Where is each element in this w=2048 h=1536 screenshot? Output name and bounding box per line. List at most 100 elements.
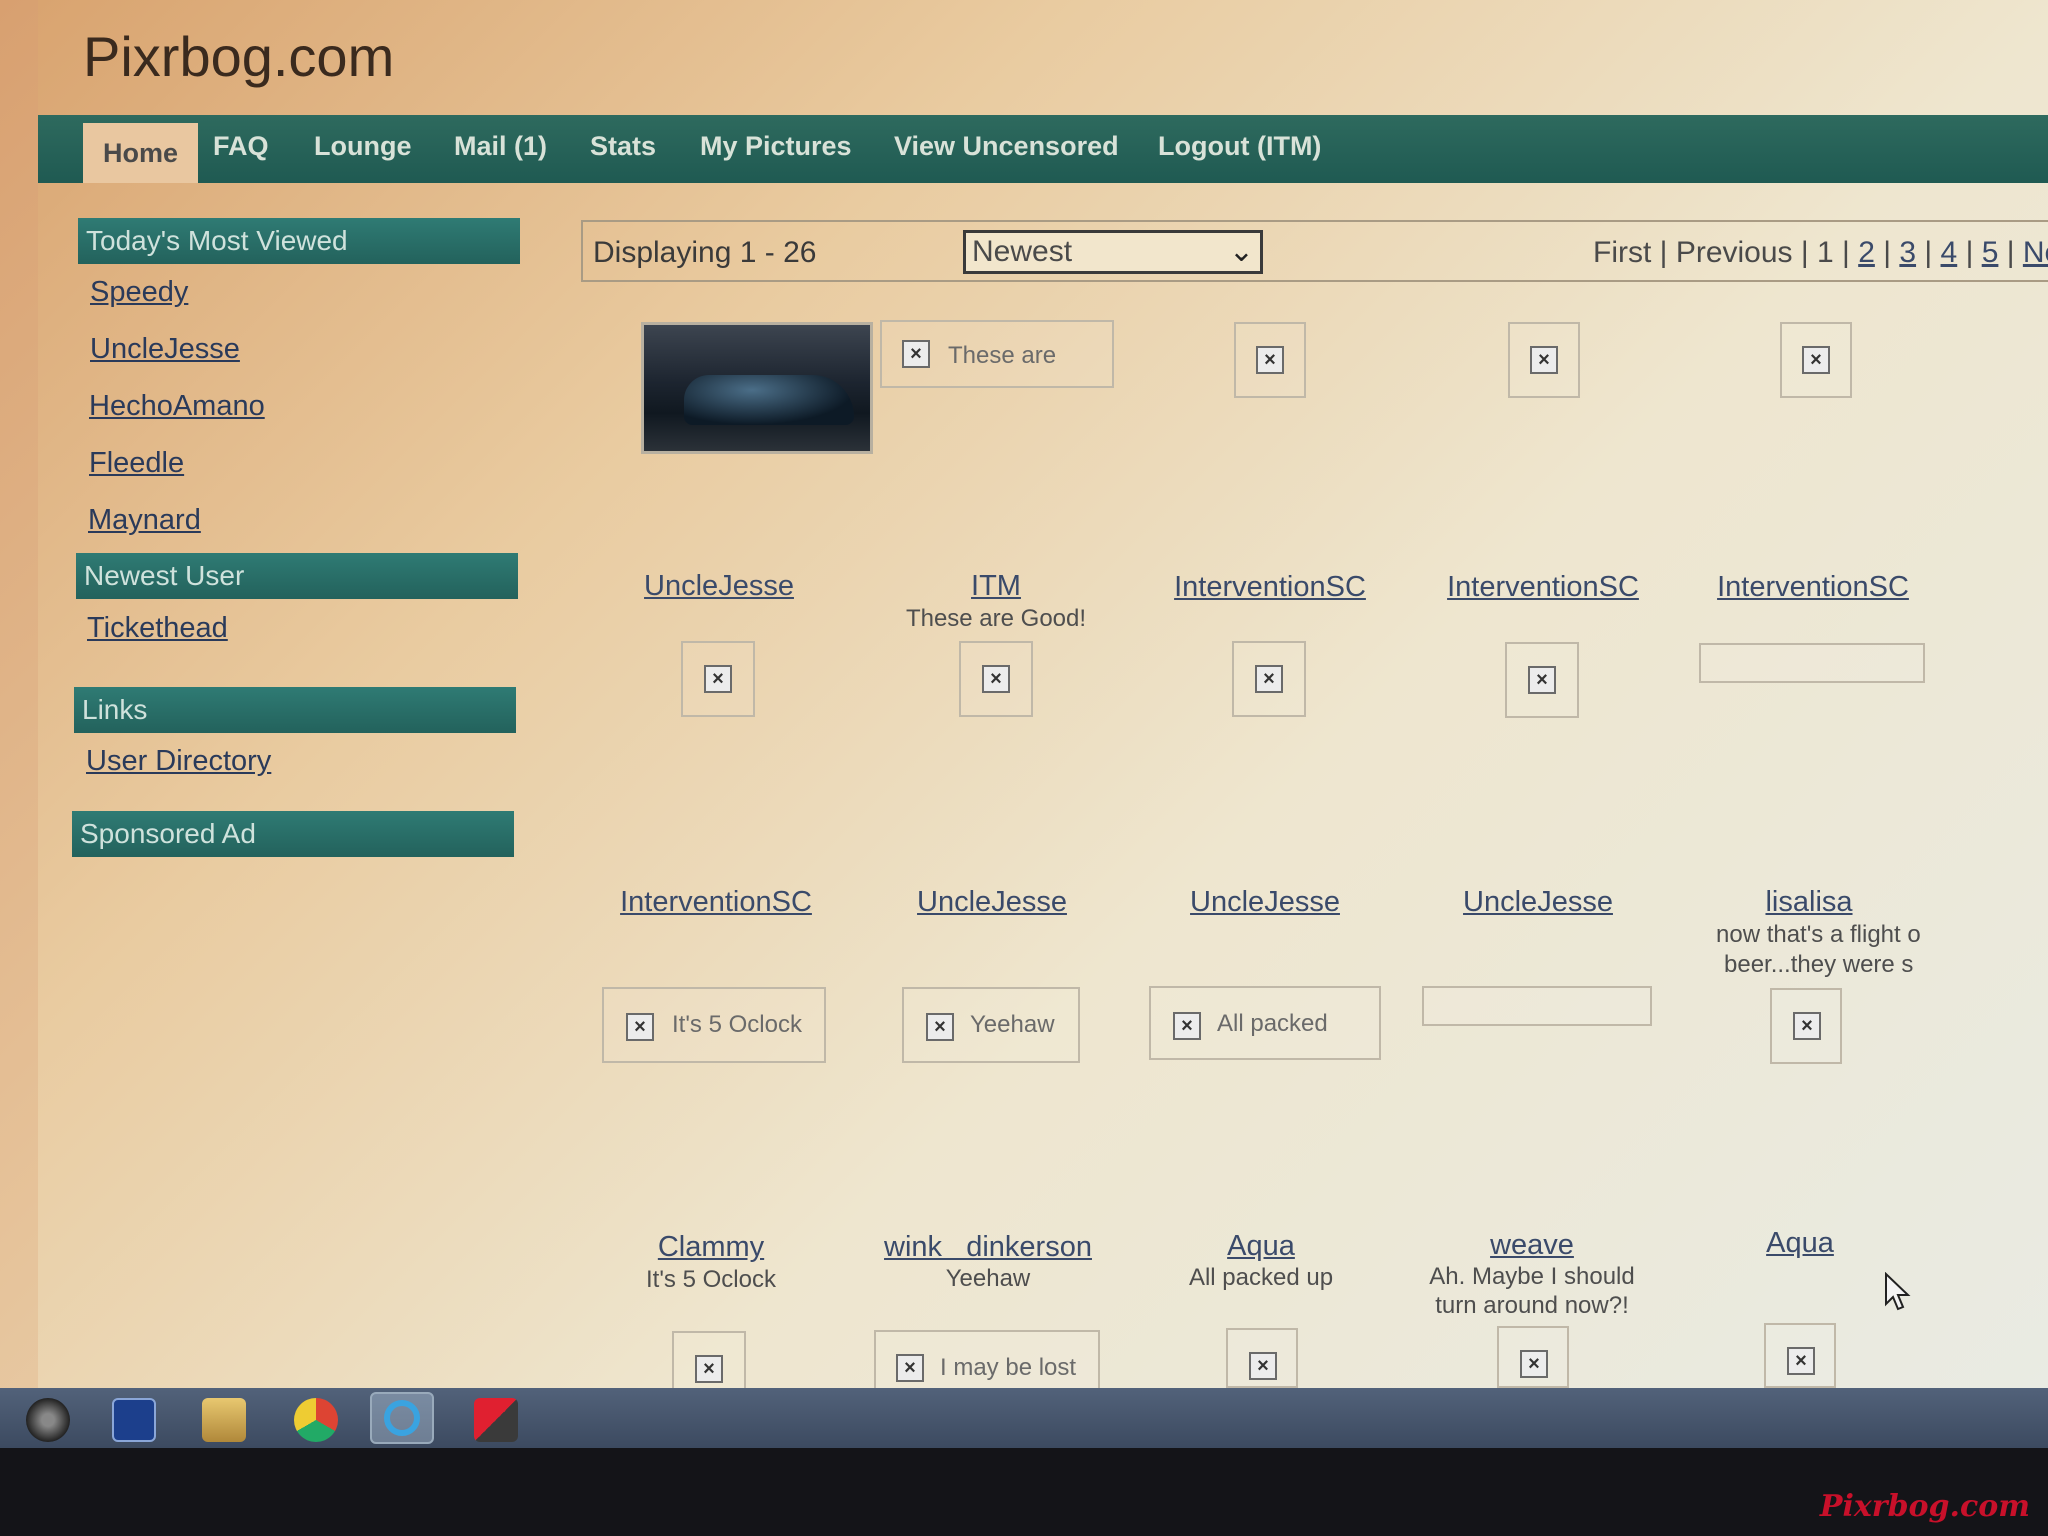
nav-mail[interactable]: Mail (1) <box>454 131 547 162</box>
nav-my-pictures[interactable]: My Pictures <box>700 131 852 162</box>
image-placeholder[interactable] <box>1699 643 1925 683</box>
nav-faq[interactable]: FAQ <box>213 131 269 162</box>
broken-image-icon: × <box>1802 346 1830 374</box>
pager-page[interactable]: 5 <box>1982 236 1999 269</box>
item-username[interactable]: UncleJesse <box>1145 886 1385 919</box>
broken-image-icon: × <box>1249 1352 1277 1380</box>
item-caption: These are Good! <box>905 605 1087 632</box>
pager-page[interactable]: 2 <box>1858 236 1875 269</box>
pager-separator: | <box>1800 236 1809 269</box>
image-alt-text: I may be lost <box>940 1354 1077 1381</box>
item-username[interactable]: UncleJesse <box>872 886 1112 919</box>
item-username[interactable]: weave <box>1412 1229 1652 1262</box>
item-caption: now that's a flight o <box>1716 921 1921 948</box>
pager-separator: | <box>1965 236 1974 269</box>
broken-image[interactable]: × All packed <box>1149 986 1381 1060</box>
item-caption: beer...they were s <box>1724 951 1914 978</box>
item-username[interactable]: InterventionSC <box>1423 571 1663 604</box>
newest-user-link[interactable]: Tickethead <box>87 612 228 645</box>
nav-logout[interactable]: Logout (ITM) <box>1158 131 1321 162</box>
pager-first[interactable]: First <box>1593 236 1651 269</box>
item-username[interactable]: UncleJesse <box>1418 886 1658 919</box>
car-photo <box>684 375 854 425</box>
most-viewed-header: Today's Most Viewed <box>78 218 520 264</box>
pager-next[interactable]: Next <box>2023 236 2048 269</box>
pager-separator: | <box>1883 236 1892 269</box>
pager-page[interactable]: 4 <box>1941 236 1958 269</box>
item-username[interactable]: InterventionSC <box>1693 571 1933 604</box>
broken-image[interactable]: × <box>959 641 1033 717</box>
most-viewed-link[interactable]: HechoAmano <box>89 390 265 423</box>
item-username[interactable]: Aqua <box>1680 1227 1920 1260</box>
broken-image[interactable]: × It's 5 Oclock <box>602 987 826 1063</box>
broken-image[interactable]: × Yeehaw <box>902 987 1080 1063</box>
broken-image-icon: × <box>926 1013 954 1041</box>
broken-image[interactable]: × <box>681 641 755 717</box>
image-placeholder[interactable] <box>1422 986 1652 1026</box>
nav-home[interactable]: Home <box>83 123 199 183</box>
item-username[interactable]: UncleJesse <box>599 570 839 603</box>
broken-image[interactable]: × <box>672 1331 746 1388</box>
pager-separator: | <box>1842 236 1850 269</box>
item-username[interactable]: InterventionSC <box>596 886 836 919</box>
image-alt-text: These are <box>948 342 1057 369</box>
item-caption: It's 5 Oclock <box>646 1266 776 1293</box>
item-caption: Ah. Maybe I should <box>1429 1263 1635 1290</box>
most-viewed-link[interactable]: UncleJesse <box>90 333 240 366</box>
broken-image[interactable]: × <box>1770 988 1842 1064</box>
pager-page[interactable]: 3 <box>1899 236 1916 269</box>
item-username[interactable]: wink dinkerson <box>868 1231 1108 1264</box>
pager-previous[interactable]: Previous <box>1676 236 1793 269</box>
kaspersky-icon[interactable] <box>474 1398 518 1442</box>
newest-user-header: Newest User <box>76 553 518 599</box>
broken-image[interactable]: × <box>1508 322 1580 398</box>
item-username[interactable]: InterventionSC <box>1150 571 1390 604</box>
user-directory-link[interactable]: User Directory <box>86 745 271 778</box>
photo-thumbnail[interactable] <box>641 322 873 454</box>
start-icon[interactable] <box>26 1398 70 1442</box>
pagination: First | Previous | 1 | 2 | 3 | 4 | 5 | N… <box>1593 236 2048 270</box>
weather-channel-icon[interactable] <box>112 1398 156 1442</box>
broken-image-icon: × <box>1787 1347 1815 1375</box>
broken-image-icon: × <box>982 665 1010 693</box>
nav-lounge[interactable]: Lounge <box>314 131 411 162</box>
broken-image[interactable]: × <box>1780 322 1852 398</box>
broken-image[interactable]: × These are <box>880 320 1114 388</box>
pager-current: 1 <box>1817 236 1834 269</box>
most-viewed-link[interactable]: Speedy <box>90 276 188 309</box>
broken-image[interactable]: × <box>1226 1328 1298 1388</box>
pager-separator: | <box>2006 236 2015 269</box>
item-username[interactable]: Clammy <box>591 1231 831 1264</box>
item-username[interactable]: lisalisa <box>1689 886 1929 919</box>
site-title[interactable]: Pixrbog.com <box>83 24 394 89</box>
broken-image-icon: × <box>1173 1012 1201 1040</box>
chrome-icon[interactable] <box>294 1398 338 1442</box>
links-header: Links <box>74 687 516 733</box>
broken-image-icon: × <box>1255 665 1283 693</box>
broken-image-icon: × <box>896 1354 924 1382</box>
browser-page: Pixrbog.com Home FAQ Lounge Mail (1) Sta… <box>38 0 2048 1388</box>
broken-image[interactable]: × <box>1764 1323 1836 1388</box>
broken-image-icon: × <box>1530 346 1558 374</box>
broken-image[interactable]: × <box>1232 641 1306 717</box>
sort-select[interactable]: Newest ⌄ <box>963 230 1263 274</box>
broken-image-icon: × <box>1528 666 1556 694</box>
display-range: Displaying 1 - 26 <box>593 236 817 269</box>
nav-view-uncensored[interactable]: View Uncensored <box>894 131 1119 162</box>
chevron-down-icon: ⌄ <box>1228 235 1254 268</box>
broken-image[interactable]: × <box>1234 322 1306 398</box>
broken-image[interactable]: × I may be lost <box>874 1330 1100 1388</box>
broken-image[interactable]: × <box>1497 1326 1569 1388</box>
pager-separator: | <box>1924 236 1933 269</box>
item-username[interactable]: ITM <box>876 570 1116 603</box>
internet-explorer-icon[interactable] <box>370 1392 434 1444</box>
broken-image[interactable]: × <box>1505 642 1579 718</box>
item-username[interactable]: Aqua <box>1141 1230 1381 1263</box>
ie-logo-ring <box>384 1400 420 1436</box>
nav-stats[interactable]: Stats <box>590 131 656 162</box>
folder-icon[interactable] <box>202 1398 246 1442</box>
watermark: Pixrbog.com <box>1819 1489 2030 1524</box>
sponsored-ad-header: Sponsored Ad <box>72 811 514 857</box>
most-viewed-link[interactable]: Maynard <box>88 504 201 537</box>
most-viewed-link[interactable]: Fleedle <box>89 447 184 480</box>
